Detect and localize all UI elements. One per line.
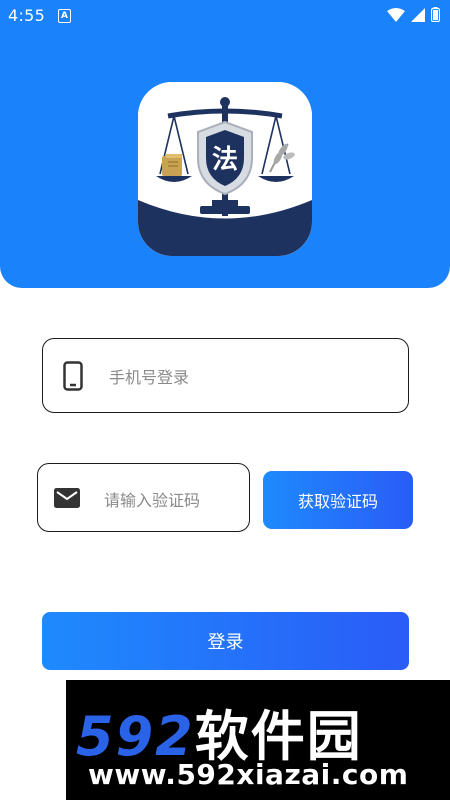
logo-emblem-char: 法 (212, 145, 238, 175)
phone-field[interactable] (42, 338, 409, 413)
verification-code-field[interactable] (37, 463, 250, 532)
header-banner: 4:55 A 法 (0, 0, 450, 288)
watermark-overlay: 592软件园 www.592xiazai.com (66, 680, 450, 800)
verification-code-input[interactable] (102, 486, 246, 514)
phone-input[interactable] (107, 363, 391, 391)
status-icons (387, 7, 440, 22)
app-logo: 法 (138, 82, 312, 256)
mobile-phone-icon (63, 361, 83, 391)
status-time: 4:55 (8, 6, 46, 25)
get-code-button[interactable]: 获取验证码 (263, 471, 413, 529)
wifi-icon (387, 7, 405, 22)
signal-icon (411, 7, 425, 22)
notification-icon: A (58, 9, 71, 23)
scales-of-justice-icon: 法 (138, 82, 312, 256)
status-bar: 4:55 A (0, 0, 450, 32)
mail-icon (54, 488, 80, 508)
battery-icon (431, 7, 440, 22)
watermark-url: www.592xiazai.com (88, 758, 409, 791)
login-button[interactable]: 登录 (42, 612, 409, 670)
